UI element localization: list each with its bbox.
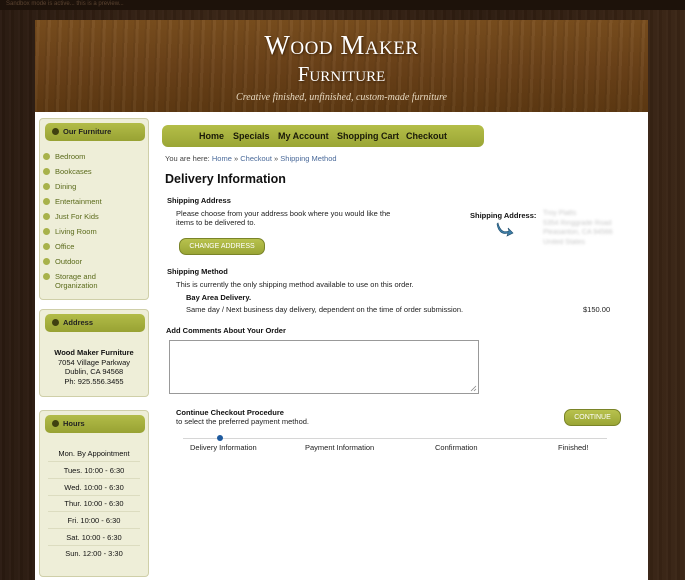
- breadcrumb-separator: »: [274, 154, 279, 163]
- sidebar-item-bedroom[interactable]: Bedroom: [43, 152, 85, 161]
- address-name: Wood Maker Furniture: [54, 348, 134, 357]
- bullet-icon: [52, 128, 59, 135]
- change-address-button[interactable]: CHANGE ADDRESS: [179, 238, 265, 255]
- shipping-address-line1: Troy Platts: [543, 210, 577, 217]
- divider: [48, 511, 140, 512]
- step-payment-information: Payment Information: [305, 443, 375, 452]
- hours-line: Sun. 12:00 - 3:30: [65, 549, 123, 558]
- bullet-icon: [43, 198, 50, 205]
- hours-line: Mon. By Appointment: [58, 449, 130, 458]
- bullet-icon: [43, 243, 50, 250]
- logo-title[interactable]: Wood Maker: [35, 30, 648, 61]
- hours-line: Thur. 10:00 - 6:30: [64, 499, 124, 508]
- address-city: Dublin, CA 94568: [64, 367, 124, 376]
- site-tagline: Creative finished, unfinished, custom-ma…: [236, 92, 447, 103]
- shipping-address-line3: Pleasanton, CA 94566: [543, 229, 613, 236]
- nav-shopping-cart[interactable]: Shopping Cart: [337, 131, 399, 141]
- sidebar-item-outdoor[interactable]: Outdoor: [43, 257, 82, 266]
- furniture-box-title: Our Furniture: [63, 127, 112, 136]
- breadcrumb-prefix: You are here:: [165, 154, 210, 163]
- page-title: Delivery Information: [165, 172, 286, 186]
- bullet-icon: [43, 213, 50, 220]
- sidebar-item-living-room[interactable]: Living Room: [43, 227, 97, 236]
- bullet-icon: [52, 319, 59, 326]
- sidebar-item-dining[interactable]: Dining: [43, 182, 76, 191]
- sidebar-item-entertainment[interactable]: Entertainment: [43, 197, 102, 206]
- top-notice-text: Sandbox mode is active... this is a prev…: [6, 1, 124, 7]
- shipping-address-line2: 5354 Ringgrade Road: [543, 219, 612, 227]
- address-box: Address Wood Maker Furniture 7054 Villag…: [39, 309, 149, 397]
- nav-my-account[interactable]: My Account: [278, 131, 329, 141]
- shipping-address-instructions-line2: items to be delivered to.: [176, 218, 256, 227]
- shipping-option-name: Bay Area Delivery.: [186, 293, 252, 302]
- breadcrumb-home[interactable]: Home: [212, 154, 232, 163]
- shipping-address-line4: United States: [543, 238, 586, 246]
- step-confirmation: Confirmation: [435, 443, 478, 452]
- hours-line: Fri. 10:00 - 6:30: [67, 516, 121, 525]
- progress-current-dot: [217, 435, 223, 441]
- divider: [48, 495, 140, 496]
- bullet-icon: [43, 258, 50, 265]
- bullet-icon: [43, 153, 50, 160]
- shipping-address-label: Shipping Address:: [470, 211, 537, 220]
- address-box-header: Address: [45, 314, 145, 332]
- hours-box-header: Hours: [45, 415, 145, 433]
- sidebar-item-storage-line2[interactable]: Organization: [55, 281, 98, 290]
- hours-box-title: Hours: [63, 419, 85, 428]
- continue-title: Continue Checkout Procedure: [176, 408, 284, 417]
- shipping-option-description: Same day / Next business day delivery, d…: [186, 305, 464, 314]
- bullet-icon: [43, 228, 50, 235]
- hours-box: Hours Mon. By Appointment Tues. 10:00 - …: [39, 410, 149, 577]
- breadcrumb-shipping-method[interactable]: Shipping Method: [280, 154, 336, 163]
- hours-line: Tues. 10:00 - 6:30: [63, 466, 125, 475]
- sidebar-item-office[interactable]: Office: [43, 242, 74, 251]
- divider: [48, 478, 140, 479]
- shipping-option-price: $150.00: [583, 305, 611, 314]
- shipping-address-instructions-line1: Please choose from your address book whe…: [176, 209, 391, 218]
- shipping-address-title: Shipping Address: [167, 196, 231, 205]
- progress-line: [183, 438, 607, 439]
- continue-button[interactable]: CONTINUE: [564, 409, 621, 426]
- logo-subtitle[interactable]: Furniture: [35, 62, 648, 87]
- divider: [48, 528, 140, 529]
- top-notice-bar: Sandbox mode is active... this is a prev…: [0, 0, 685, 10]
- bullet-icon: [52, 420, 59, 427]
- nav-checkout[interactable]: Checkout: [406, 131, 447, 141]
- resize-handle-icon[interactable]: [470, 385, 477, 392]
- furniture-box-header: Our Furniture: [45, 123, 145, 141]
- arrow-down-right-icon: [496, 222, 514, 237]
- comments-title: Add Comments About Your Order: [166, 326, 286, 335]
- address-box-title: Address: [63, 318, 94, 327]
- main-nav: Home Specials My Account Shopping Cart C…: [162, 125, 484, 147]
- sidebar-item-storage[interactable]: Storage and: [43, 272, 96, 281]
- furniture-box: Our Furniture Bedroom Bookcases Dining E…: [39, 118, 149, 300]
- step-finished: Finished!: [558, 443, 589, 452]
- bullet-icon: [43, 273, 50, 280]
- hours-line: Sat. 10:00 - 6:30: [66, 533, 122, 542]
- bullet-icon: [43, 168, 50, 175]
- bullet-icon: [43, 183, 50, 190]
- shipping-method-note: This is currently the only shipping meth…: [176, 280, 414, 289]
- hours-line: Wed. 10:00 - 6:30: [64, 483, 124, 492]
- shipping-method-title: Shipping Method: [167, 267, 228, 276]
- continue-subtitle: to select the preferred payment method.: [176, 417, 309, 426]
- breadcrumb-separator: »: [233, 154, 239, 163]
- comments-textarea[interactable]: [169, 340, 479, 394]
- divider: [48, 545, 140, 546]
- address-street: 7054 Village Parkway: [58, 357, 130, 367]
- site-header: Wood Maker Furniture Creative finished, …: [35, 20, 648, 112]
- breadcrumb: You are here: Home » Checkout » Shipping…: [165, 154, 337, 163]
- sidebar-item-bookcases[interactable]: Bookcases: [43, 167, 92, 176]
- sidebar-item-kids[interactable]: Just For Kids: [43, 212, 99, 221]
- divider: [48, 461, 140, 462]
- nav-specials[interactable]: Specials: [233, 131, 270, 141]
- step-delivery-information: Delivery Information: [190, 443, 257, 452]
- nav-home[interactable]: Home: [199, 131, 224, 141]
- breadcrumb-checkout[interactable]: Checkout: [240, 154, 272, 163]
- address-phone: Ph: 925.556.3455: [64, 376, 124, 386]
